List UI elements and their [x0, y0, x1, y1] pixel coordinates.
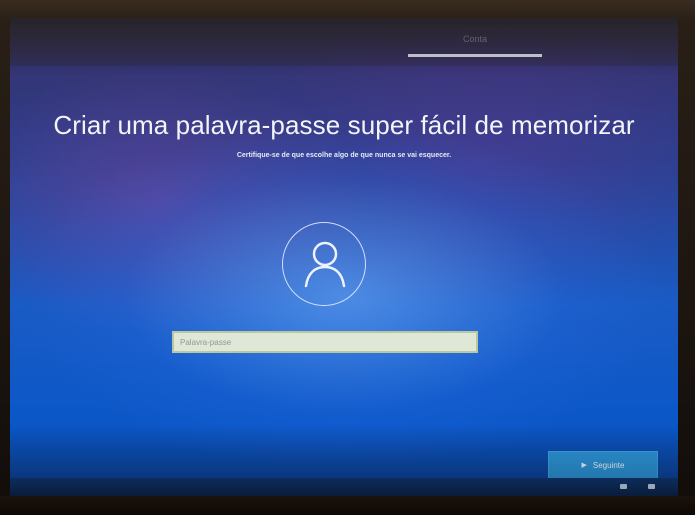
- user-icon: [304, 241, 346, 288]
- cursor-icon: ▶: [581, 462, 587, 469]
- password-input[interactable]: [172, 331, 478, 353]
- next-button[interactable]: ▶ Seguinte: [548, 451, 658, 479]
- bottom-bar: [10, 478, 678, 496]
- monitor-frame: Conta Criar uma palavra-passe super fáci…: [0, 0, 695, 515]
- next-button-label: Seguinte: [592, 460, 625, 470]
- avatar: [282, 222, 366, 306]
- progress-band: [10, 18, 678, 66]
- page-subtitle: Certifique-se de que escolhe algo de que…: [236, 152, 452, 159]
- page-title: Criar uma palavra-passe super fácil de m…: [53, 110, 635, 140]
- keyboard-icon[interactable]: [620, 484, 627, 489]
- setup-screen: Conta Criar uma palavra-passe super fáci…: [10, 18, 678, 496]
- monitor-bezel-top: [0, 0, 695, 20]
- monitor-bezel-bottom: [0, 496, 695, 515]
- step-indicator-label: Conta: [462, 34, 488, 44]
- accessibility-icon[interactable]: [648, 484, 655, 489]
- step-indicator-line: [408, 54, 542, 57]
